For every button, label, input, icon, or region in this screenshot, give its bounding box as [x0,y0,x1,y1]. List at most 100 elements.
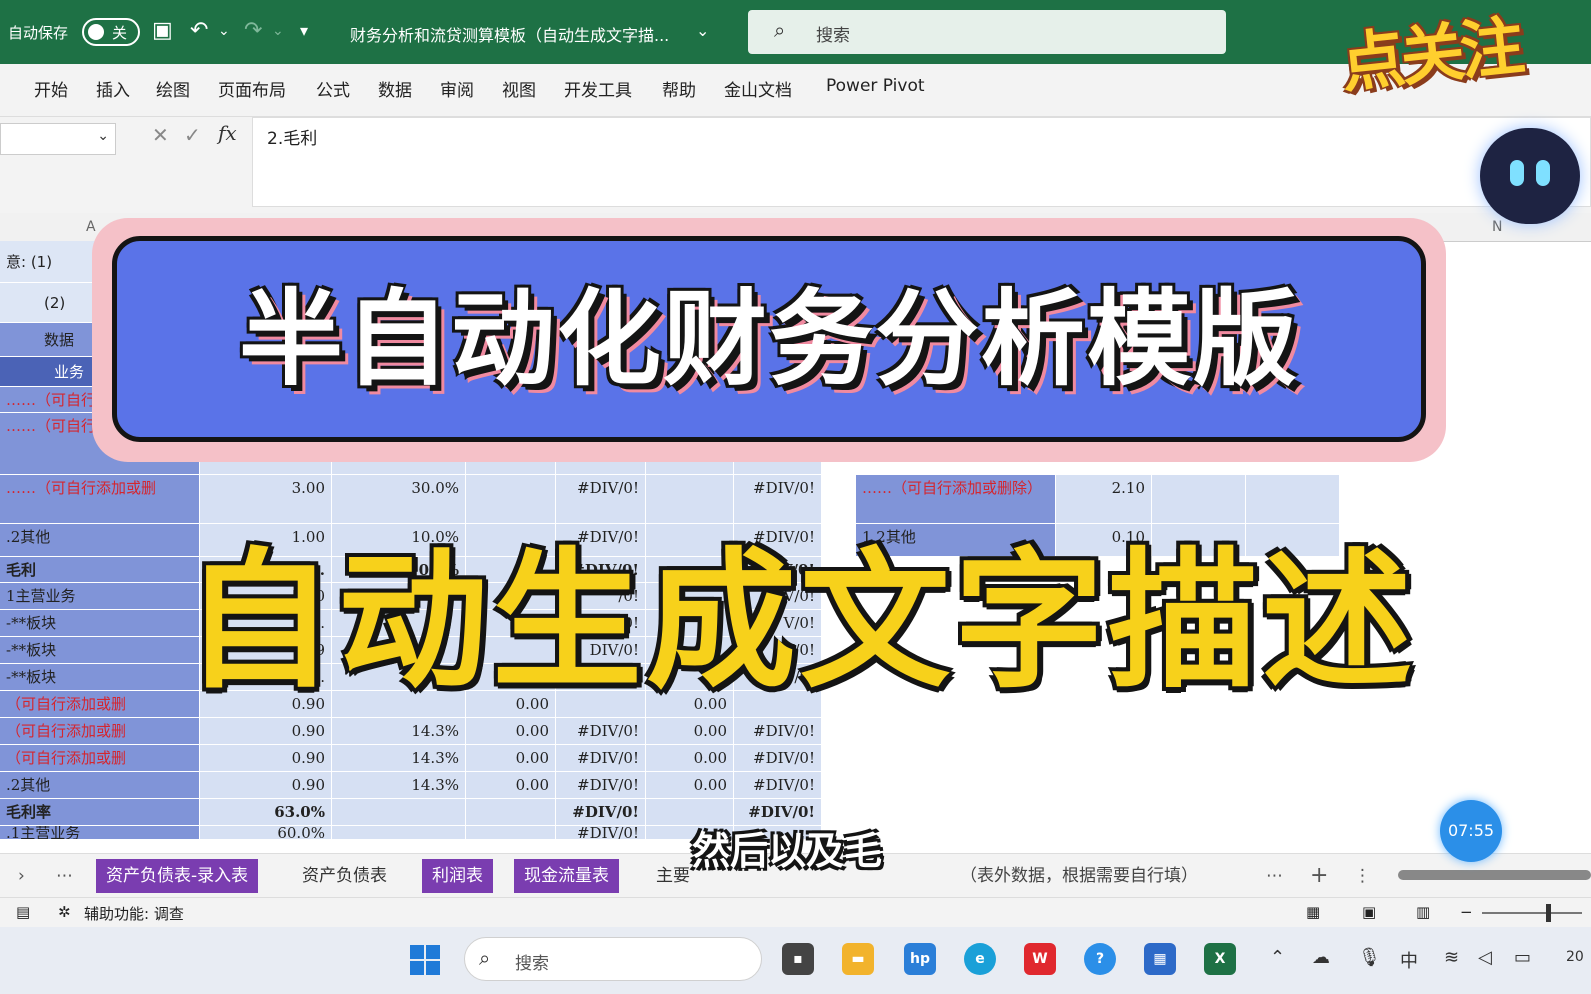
horizontal-scrollbar[interactable] [1398,870,1591,880]
tab-review[interactable]: 审阅 [440,76,474,101]
help-app-icon[interactable]: ? [1084,943,1116,975]
input-method-indicator[interactable]: 中 [1400,947,1418,973]
undo-dropdown-icon[interactable]: ⌄ [218,18,230,44]
table-cell-d[interactable] [466,826,556,840]
tab-developer[interactable]: 开发工具 [564,76,632,101]
wps-icon[interactable]: W [1024,943,1056,975]
onedrive-icon[interactable]: ☁ [1312,947,1330,968]
title-dropdown-icon[interactable]: ⌄ [696,18,709,44]
prev-sheet-icon[interactable]: › [8,859,35,893]
page-break-view-icon[interactable]: ▥ [1416,903,1430,921]
sheet-tab-income[interactable]: 利润表 [422,859,493,893]
table-cell-c[interactable]: 14.3% [332,718,466,745]
windows-start-icon[interactable] [410,945,440,975]
table-cell-g[interactable]: #DIV/0! [734,718,822,745]
task-view-icon[interactable]: ▪ [782,943,814,975]
table-cell-b[interactable]: 3.00 [200,475,332,524]
normal-view-icon[interactable]: ▦ [1306,903,1320,921]
redo-dropdown-icon[interactable]: ⌄ [272,18,284,44]
file-explorer-icon[interactable]: ▬ [842,943,874,975]
table-cell-d[interactable]: 0.00 [466,745,556,772]
table-cell-b[interactable]: 60.0% [200,826,332,840]
table-cell-e[interactable]: #DIV/0! [556,745,646,772]
table-cell-g[interactable]: #DIV/0! [734,772,822,799]
excel-icon[interactable]: X [1204,943,1236,975]
table-cell-g[interactable]: #DIV/0! [734,475,822,524]
tab-view[interactable]: 视图 [502,76,536,101]
right-table-cell[interactable] [1246,475,1340,524]
wifi-icon[interactable]: ≋ [1444,947,1459,968]
more-sheets-icon[interactable]: ⋯ [46,859,83,893]
table-cell-c[interactable]: 14.3% [332,772,466,799]
store-icon[interactable]: ▦ [1144,943,1176,975]
add-sheet-icon[interactable]: + [1300,859,1338,893]
tab-formulas[interactable]: 公式 [316,76,350,101]
taskbar-search[interactable]: ⌕ 搜索 [464,937,762,981]
clock[interactable]: 20 [1566,949,1584,965]
row-label-cell[interactable]: .2其他 [0,772,200,799]
tab-help[interactable]: 帮助 [662,76,696,101]
confirm-icon[interactable]: ✓ [184,123,201,147]
hp-app-icon[interactable]: hp [904,943,936,975]
table-cell-c[interactable]: 14.3% [332,745,466,772]
undo-icon[interactable]: ↶ [190,18,208,44]
row-label-cell[interactable]: （可自行添加或删 [0,745,200,772]
volume-icon[interactable]: ◁ [1478,947,1492,968]
table-cell-f[interactable]: 0.00 [646,718,734,745]
tab-page-layout[interactable]: 页面布局 [218,76,286,101]
table-cell-f[interactable] [646,475,734,524]
table-cell-g[interactable]: #DIV/0! [734,745,822,772]
row-label-cell[interactable]: .1主营业务 [0,826,200,840]
tab-home[interactable]: 开始 [34,76,68,101]
right-row-label-cell[interactable]: ……（可自行添加或删除） [856,475,1056,524]
tab-insert[interactable]: 插入 [96,76,130,101]
microphone-icon[interactable]: 🎙 [1358,947,1381,968]
sheet-tab-balance-entry[interactable]: 资产负债表-录入表 [96,859,259,893]
autosave-toggle[interactable]: 关 [82,18,140,46]
chevron-down-icon[interactable]: ⌄ [97,128,109,144]
sheet-tab-cashflow[interactable]: 现金流量表 [514,859,619,893]
insert-function-icon[interactable]: fx [218,121,237,145]
edge-browser-icon[interactable]: e [964,943,996,975]
search-box[interactable]: ⌕ 搜索 [748,10,1226,54]
table-cell-c[interactable] [332,799,466,826]
cancel-icon[interactable]: ✕ [152,123,169,147]
table-cell-e[interactable]: #DIV/0! [556,475,646,524]
accessibility-icon[interactable]: ✲ [58,903,71,921]
tab-draw[interactable]: 绘图 [156,76,190,101]
table-cell-f[interactable]: 0.00 [646,772,734,799]
table-cell-d[interactable]: 0.00 [466,772,556,799]
accessibility-status[interactable]: 辅助功能: 调查 [84,903,184,924]
chevron-up-icon[interactable]: ⌃ [1270,947,1285,968]
table-cell-f[interactable]: 0.00 [646,745,734,772]
zoom-slider[interactable] [1482,912,1582,914]
battery-icon[interactable]: ▭ [1514,947,1531,968]
table-cell-d[interactable]: 0.00 [466,718,556,745]
tab-power-pivot[interactable]: Power Pivot [826,76,925,96]
table-cell-e[interactable]: #DIV/0! [556,718,646,745]
table-cell-c[interactable]: 30.0% [332,475,466,524]
table-cell-d[interactable] [466,475,556,524]
table-cell-c[interactable] [332,826,466,840]
table-cell-d[interactable] [466,799,556,826]
table-cell-e[interactable]: #DIV/0! [556,799,646,826]
row-label-cell[interactable]: 毛利率 [0,799,200,826]
table-cell-b[interactable]: 63.0% [200,799,332,826]
column-header-a[interactable]: A [86,219,96,235]
more-options-icon[interactable]: ⋯ [1256,859,1293,893]
tab-kdocs[interactable]: 金山文档 [724,76,792,101]
right-table-cell[interactable]: 2.10 [1056,475,1152,524]
zoom-slider-thumb[interactable] [1546,904,1551,922]
row-label-cell[interactable]: （可自行添加或删 [0,718,200,745]
tab-data[interactable]: 数据 [378,76,412,101]
save-icon[interactable]: ▣ [152,18,173,44]
table-cell-e[interactable]: #DIV/0! [556,772,646,799]
table-cell-e[interactable]: #DIV/0! [556,826,646,840]
table-cell-b[interactable]: 0.90 [200,772,332,799]
table-cell-b[interactable]: 0.90 [200,718,332,745]
macro-record-icon[interactable]: ▤ [16,903,30,921]
page-layout-view-icon[interactable]: ▣ [1362,903,1376,921]
zoom-out-icon[interactable]: − [1460,903,1473,921]
right-table-cell[interactable] [1152,475,1246,524]
name-box[interactable]: ⌄ [0,123,116,155]
